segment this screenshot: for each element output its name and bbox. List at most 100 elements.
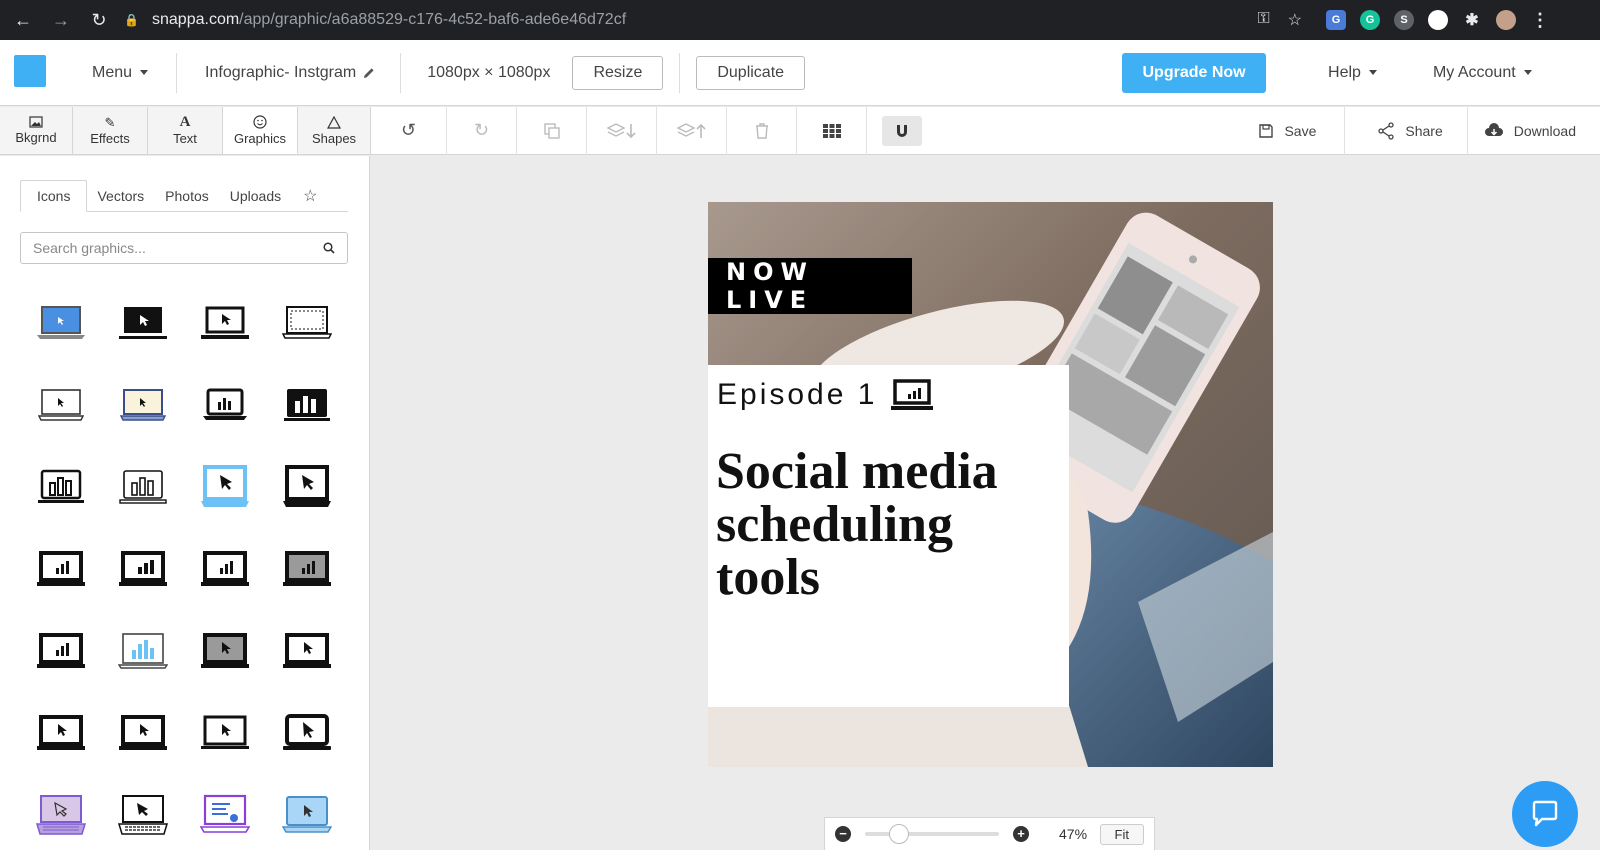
my-account-dropdown[interactable]: My Account [1433, 64, 1532, 82]
laptop-chart-icon[interactable] [20, 610, 102, 692]
graphics-panel: Icons Vectors Photos Uploads ☆ [0, 156, 370, 850]
document-title[interactable]: Infographic- Instgram [205, 64, 376, 82]
laptop-chart-icon[interactable] [184, 364, 266, 446]
resize-button[interactable]: Resize [572, 55, 664, 90]
favorites-star-icon[interactable]: ☆ [297, 180, 333, 212]
laptop-chart-icon[interactable] [102, 446, 184, 528]
caret-down-icon [1523, 70, 1532, 75]
profile-avatar[interactable] [1496, 10, 1516, 30]
translate-extension-icon[interactable]: G [1326, 10, 1346, 30]
lock-icon: 🔒 [124, 13, 139, 27]
menu-dropdown[interactable]: Menu [92, 63, 149, 82]
tab-graphics[interactable]: Graphics [223, 107, 298, 154]
zoom-in-button[interactable]: + [1013, 826, 1029, 842]
extension-icon[interactable]: S [1394, 10, 1414, 30]
laptop-cursor-icon[interactable] [266, 446, 348, 528]
laptop-keyboard-icon[interactable] [102, 774, 184, 850]
laptop-cursor-icon[interactable] [102, 364, 184, 446]
fit-button[interactable]: Fit [1099, 823, 1144, 845]
address-bar[interactable]: 🔒 snappa.com /app/graphic/a6a88529-c176-… [120, 5, 1320, 35]
laptop-icon[interactable] [20, 282, 102, 364]
smiley-icon [253, 114, 267, 129]
episode-label[interactable]: Episode 1 [717, 378, 934, 412]
search-icon[interactable] [323, 242, 335, 254]
laptop-cursor-icon[interactable] [184, 692, 266, 774]
snap-toggle[interactable] [867, 107, 937, 155]
subtab-vectors[interactable]: Vectors [87, 180, 160, 212]
laptop-chart-icon[interactable] [266, 528, 348, 610]
laptop-chart-icon[interactable] [266, 364, 348, 446]
laptop-cursor-icon[interactable] [266, 774, 348, 850]
grid-button[interactable] [797, 106, 867, 155]
zoom-slider-thumb[interactable] [888, 824, 909, 844]
grammarly-extension-icon[interactable]: G [1360, 10, 1380, 30]
laptop-chart-icon[interactable] [20, 446, 102, 528]
pencil-icon[interactable] [362, 66, 376, 80]
laptop-cursor-icon[interactable] [184, 610, 266, 692]
save-button[interactable]: Save [1234, 107, 1344, 155]
share-button[interactable]: Share [1344, 106, 1466, 155]
laptop-keyboard-icon[interactable] [20, 774, 102, 850]
laptop-chart-icon[interactable] [102, 528, 184, 610]
help-dropdown[interactable]: Help [1328, 64, 1377, 82]
snappa-logo[interactable] [14, 54, 50, 91]
divider [679, 52, 681, 93]
laptop-chart-icon[interactable] [102, 610, 184, 692]
key-icon[interactable]: ⚿ [1257, 10, 1269, 30]
address-bar-icons: ⚿ ☆ [1257, 10, 1320, 30]
puzzle-icon[interactable]: ✱ [1462, 10, 1482, 30]
search-graphics-field[interactable] [20, 232, 348, 264]
browser-chrome: ← → ↻ 🔒 snappa.com /app/graphic/a6a88529… [0, 0, 1600, 40]
zoom-slider[interactable] [865, 824, 999, 844]
redo-button[interactable]: ↻ [447, 106, 517, 155]
download-label: Download [1513, 122, 1576, 139]
copy-icon [543, 122, 560, 139]
star-icon[interactable]: ☆ [1288, 10, 1302, 30]
chat-launcher[interactable] [1512, 781, 1578, 847]
laptop-cursor-icon[interactable] [266, 692, 348, 774]
laptop-chart-icon[interactable] [184, 528, 266, 610]
laptop-chart-icon[interactable] [891, 379, 934, 411]
subtab-photos[interactable]: Photos [160, 180, 225, 212]
copy-button[interactable] [517, 106, 587, 155]
tab-effects[interactable]: ✎ Effects [73, 107, 148, 154]
download-button[interactable]: Download [1466, 106, 1600, 155]
upgrade-now-button[interactable]: Upgrade Now [1122, 52, 1267, 93]
zoom-out-button[interactable]: − [835, 826, 851, 842]
now-live-badge[interactable]: NOW LIVE [708, 258, 912, 314]
undo-button[interactable]: ↺ [371, 106, 447, 155]
send-backward-button[interactable] [587, 106, 657, 155]
browser-nav: ← → ↻ [0, 11, 118, 29]
delete-button[interactable] [727, 106, 797, 155]
duplicate-button[interactable]: Duplicate [696, 55, 806, 90]
subtab-uploads[interactable]: Uploads [225, 180, 297, 212]
laptop-document-icon[interactable] [184, 774, 266, 850]
laptop-cursor-icon[interactable] [184, 282, 266, 364]
laptop-cursor-icon[interactable] [184, 446, 266, 528]
redo-icon: ↻ [473, 120, 490, 140]
kebab-menu-icon[interactable]: ⋮ [1530, 10, 1550, 30]
chat-bubble-icon [1532, 800, 1558, 827]
tab-shapes[interactable]: Shapes [298, 107, 370, 154]
menu-label: Menu [92, 63, 133, 81]
back-icon[interactable]: ← [14, 11, 32, 29]
laptop-cursor-icon[interactable] [102, 692, 184, 774]
tool-tabs: Bkgrnd ✎ Effects A Text Graphics Shapes [0, 107, 370, 155]
tab-label: Effects [90, 130, 130, 146]
bring-forward-button[interactable] [657, 106, 727, 155]
tab-text[interactable]: A Text [148, 107, 223, 154]
tab-background[interactable]: Bkgrnd [0, 107, 73, 154]
reload-icon[interactable]: ↻ [90, 11, 108, 29]
laptop-cursor-icon[interactable] [266, 610, 348, 692]
laptop-outline-icon[interactable] [266, 282, 348, 364]
search-input[interactable] [33, 240, 293, 256]
laptop-chart-icon[interactable] [20, 528, 102, 610]
forward-icon[interactable]: → [52, 11, 70, 29]
subtab-icons[interactable]: Icons [20, 180, 88, 212]
laptop-cursor-icon[interactable] [20, 692, 102, 774]
laptop-cursor-icon[interactable] [102, 282, 184, 364]
save-icon [1259, 123, 1274, 138]
headline-text[interactable]: Social media scheduling tools [716, 445, 1056, 604]
extension-circle-icon[interactable] [1428, 10, 1448, 30]
laptop-cursor-icon[interactable] [20, 364, 102, 446]
